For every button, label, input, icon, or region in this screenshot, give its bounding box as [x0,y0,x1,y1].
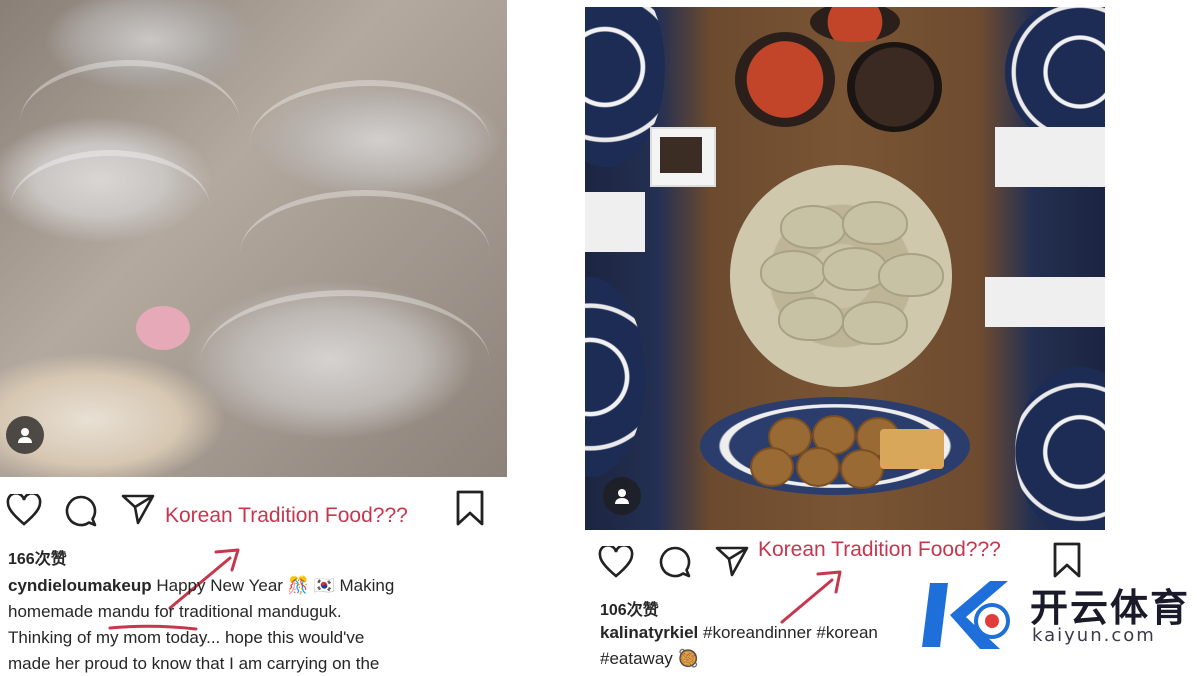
arrow-annotation [780,570,842,624]
dumpling [842,201,908,245]
user-icon [18,428,32,443]
brand-watermark: 开云体育 kaiyun.com [920,575,1200,655]
likes-count: 106次赞 [600,602,659,619]
napkin [585,192,645,252]
napkin [995,127,1105,187]
caption-line: Thinking of my mom today... hope this wo… [8,628,365,647]
plate [1015,367,1105,530]
pancake [796,447,840,487]
tagged-user-icon[interactable] [6,416,44,454]
caption-keyword: mandu [97,602,150,621]
dumpling [780,205,846,249]
like-heart-icon[interactable] [6,494,42,526]
pancake [750,447,794,487]
username[interactable]: cyndieloumakeup [8,576,152,595]
caption-text: for traditional manduguk. [149,602,342,621]
username[interactable]: kalinatyrkiel [600,623,698,642]
kimchi-bowl [735,32,835,127]
brand-name-cn: 开云体育 [1030,586,1191,630]
dumpling [842,301,908,345]
caption-text: #koreandinner #korean [698,623,878,642]
egg-roll [880,429,944,469]
dumpling [878,253,944,297]
pancake-tray [700,397,970,495]
left-post-photo[interactable] [0,0,507,477]
annotation-label: Korean Tradition Food??? [758,538,1001,561]
dumpling [778,297,844,341]
likes-count: 166次赞 [8,551,67,568]
steamer-basket [730,165,952,387]
dumpling-shape [250,80,490,206]
annotation-label: Korean Tradition Food??? [165,504,408,527]
comment-icon[interactable] [64,494,98,528]
dumpling [760,250,826,294]
bookmark-icon[interactable] [453,489,487,527]
right-post-photo[interactable] [585,7,1105,530]
side-dish [810,7,900,42]
tagged-user-icon[interactable] [603,477,641,515]
bookmark-icon[interactable] [1050,541,1084,579]
caption-line: #eataway 🥘 [600,649,699,668]
caption-line: cyndieloumakeup Happy New Year 🎊 🇰🇷 Maki… [8,573,394,598]
caption-text: homemade [8,602,98,621]
plate [585,277,645,477]
caption-line: kalinatyrkiel #koreandinner #korean [600,620,878,645]
dumpling-shape [10,150,210,266]
brand-logo [922,581,1010,649]
dumpling-shape [200,290,490,436]
sauce-bowl [847,42,942,132]
user-icon [615,489,629,504]
brand-domain: kaiyun.com [1032,625,1156,646]
pancake [840,449,884,489]
like-heart-icon[interactable] [598,546,634,578]
share-icon[interactable] [714,544,750,578]
caption-line: made her proud to know that I am carryin… [8,654,380,673]
comment-icon[interactable] [658,545,692,579]
sauce-dish [650,127,716,187]
share-icon[interactable] [120,492,156,526]
plate [1005,7,1105,147]
napkin [985,277,1105,327]
decor-sticker [136,306,190,350]
caption-text: Happy New Year 🎊 🇰🇷 Making [151,576,395,595]
